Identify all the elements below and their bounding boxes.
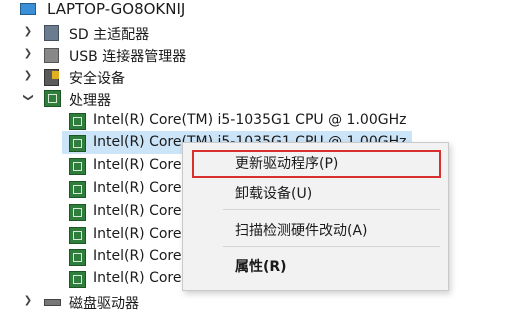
processor-label: Intel(R) Core(T xyxy=(93,157,196,173)
processor-icon xyxy=(69,113,86,130)
processor-item[interactable]: Intel(R) Core(T xyxy=(0,224,200,246)
usb-icon xyxy=(44,48,59,63)
processor-icon xyxy=(69,249,86,266)
processor-label: Intel(R) Core(T xyxy=(93,248,196,264)
sd-card-icon xyxy=(44,25,59,41)
chevron-right-icon[interactable]: ❯ xyxy=(22,26,34,37)
menu-item-scan-hardware[interactable]: 扫描检测硬件改动(A) xyxy=(235,220,368,240)
category-label: 安全设备 xyxy=(69,71,125,87)
processor-label: Intel(R) Core(T xyxy=(93,203,196,219)
processor-icon xyxy=(69,135,86,152)
processor-label: Intel(R) Core(T xyxy=(93,226,196,242)
processor-item[interactable]: Intel(R) Core(T xyxy=(0,201,200,223)
menu-item-uninstall[interactable]: 卸载设备(U) xyxy=(235,183,312,203)
menu-separator xyxy=(223,246,440,247)
root-label: LAPTOP-GO8OKNIJ xyxy=(47,0,186,18)
menu-separator xyxy=(223,209,440,210)
category-label: 磁盘驱动器 xyxy=(69,296,139,312)
chevron-right-icon[interactable]: ❯ xyxy=(22,48,34,59)
tree-item-usb[interactable]: ❯ USB 连接器管理器 xyxy=(0,44,300,66)
processor-icon xyxy=(69,181,86,198)
computer-icon xyxy=(20,3,36,15)
context-menu: 更新驱动程序(P) 卸载设备(U) 扫描检测硬件改动(A) 属性(R) xyxy=(182,142,449,291)
processor-icon xyxy=(44,90,61,107)
category-label: USB 连接器管理器 xyxy=(69,49,187,65)
processor-icon xyxy=(69,271,86,288)
category-label: 处理器 xyxy=(69,93,111,109)
processor-icon xyxy=(69,227,86,244)
processor-label: Intel(R) Core(TM) i5-1035G1 CPU @ 1.00GH… xyxy=(93,112,407,128)
chevron-right-icon[interactable]: ❯ xyxy=(22,70,34,81)
tree-item-processors[interactable]: ❯ 处理器 xyxy=(0,88,300,110)
processor-icon xyxy=(69,158,86,175)
tree-item-sd-adapter[interactable]: ❯ SD 主适配器 xyxy=(0,22,300,44)
security-device-icon xyxy=(44,69,59,86)
chevron-right-icon[interactable]: ❯ xyxy=(22,295,34,306)
menu-item-update-driver[interactable]: 更新驱动程序(P) xyxy=(235,153,338,173)
menu-item-properties[interactable]: 属性(R) xyxy=(235,256,287,276)
processor-item[interactable]: Intel(R) Core(T xyxy=(0,178,200,200)
category-label: SD 主适配器 xyxy=(69,27,150,43)
processor-item[interactable]: Intel(R) Core(TM) i5-1035G1 CPU @ 1.00GH… xyxy=(0,110,420,132)
processor-item[interactable]: Intel(R) Core(T xyxy=(0,246,200,268)
processor-label: Intel(R) Core(T xyxy=(93,180,196,196)
disk-drive-icon xyxy=(44,299,61,306)
tree-item-security[interactable]: ❯ 安全设备 xyxy=(0,66,300,88)
processor-item[interactable]: Intel(R) Core(T xyxy=(0,155,200,177)
chevron-down-icon[interactable]: ❯ xyxy=(23,92,34,104)
tree-item-disk-drives[interactable]: ❯ 磁盘驱动器 xyxy=(0,291,300,313)
processor-icon xyxy=(69,204,86,221)
